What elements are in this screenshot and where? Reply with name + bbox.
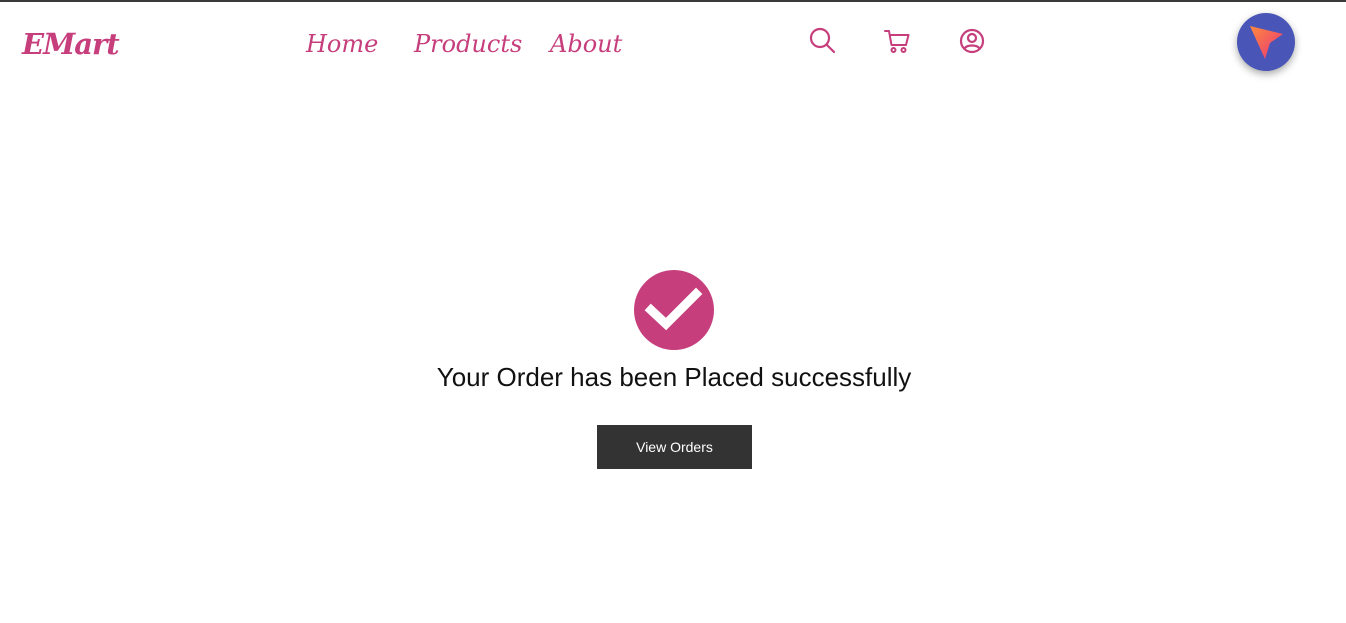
extension-badge[interactable] xyxy=(1237,13,1295,71)
cart-icon[interactable] xyxy=(882,26,912,56)
success-message: Your Order has been Placed successfully xyxy=(436,362,912,392)
nav-link-home[interactable]: Home xyxy=(306,28,378,60)
view-orders-button[interactable]: View Orders xyxy=(597,425,752,469)
search-icon[interactable] xyxy=(808,26,838,56)
check-circle-icon xyxy=(634,270,714,350)
user-account-icon[interactable] xyxy=(957,26,987,56)
nav-link-about[interactable]: About xyxy=(550,28,622,60)
nav-link-products[interactable]: Products xyxy=(414,28,522,60)
navbar: EMart Home Products About xyxy=(0,2,1346,88)
brand-logo[interactable]: EMart xyxy=(22,26,120,62)
send-arrow-icon xyxy=(1250,26,1283,59)
order-confirmation: Your Order has been Placed successfully … xyxy=(0,268,1346,478)
